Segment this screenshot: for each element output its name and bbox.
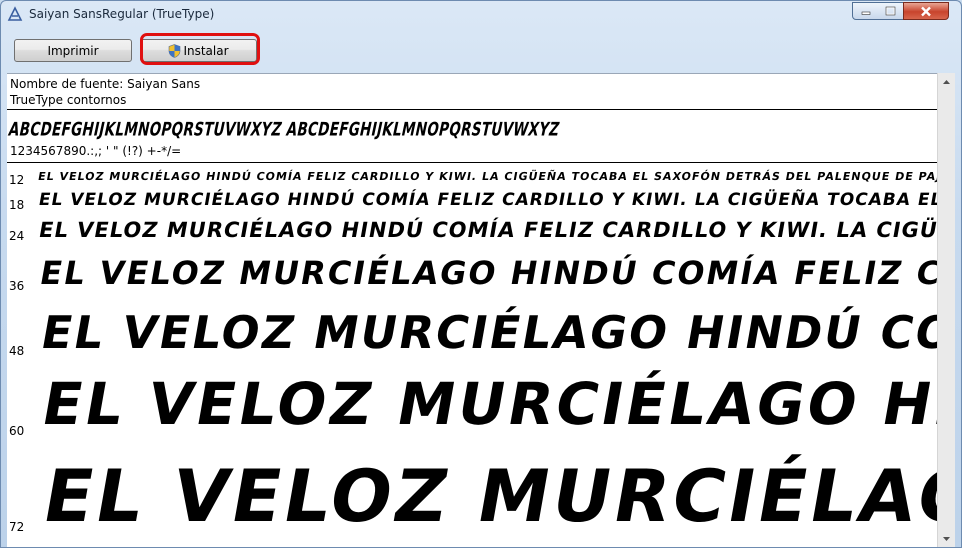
scroll-up-button[interactable] [938,73,955,90]
font-viewer-window: Saiyan SansRegular (TrueType) Imprimir I… [0,0,962,548]
title-bar[interactable]: Saiyan SansRegular (TrueType) [1,1,961,29]
close-icon [921,6,931,16]
install-button-label: Instalar [183,43,229,58]
close-button[interactable] [903,2,949,20]
alphabet-sample: ABCDEFGHIJKLMNOPQRSTUVWXYZ ABCDEFGHIJKLM… [7,117,562,141]
arrow-down-icon [943,536,950,541]
size-label: 18 [9,198,25,212]
divider-top [7,109,937,110]
font-type-line: TrueType contornos [10,93,127,107]
window-title: Saiyan SansRegular (TrueType) [29,7,215,21]
sample-text: EL VELOZ MURCIÉLAGO HINDÚ COMÍA [37,370,937,438]
font-app-icon [7,6,23,21]
size-label: 36 [9,279,25,293]
sample-phrase: EL VELOZ MURCIÉLAGO HINDÚ COMÍA FELIZ CA… [37,170,937,183]
sample-text: EL VELOZ MURCIÉLAGO HINDÚ COMÍA FELIZ CA… [37,190,937,210]
size-label: 12 [9,173,25,187]
install-button[interactable]: Instalar [140,39,257,62]
print-button-label: Imprimir [47,43,99,58]
minimize-icon [861,11,870,15]
font-preview-area: Nombre de fuente: Saiyan Sans TrueType c… [7,73,937,547]
minimize-button[interactable] [852,2,879,20]
digits-sample: 1234567890.:,; ' " (!?) +-*/= [10,144,182,158]
sample-text: EL VELOZ MURCIÉLAGO HINDÚ COMÍA FELIZ CA… [37,254,937,292]
uac-shield-icon [169,43,181,58]
toolbar: Imprimir Instalar [7,33,947,69]
sample-text: EL VELOZ MURCIÉLAGO HINDÚ COMÍA FELIZ [37,306,937,359]
print-button[interactable]: Imprimir [14,39,132,62]
sample-text: EL VELOZ MURCIÉLAGO HINDÚ COMÍA FELIZ CA… [37,218,937,242]
arrow-up-icon [943,79,950,84]
size-label: 72 [9,520,25,534]
maximize-button[interactable] [878,2,904,20]
size-label: 60 [9,424,25,438]
size-label: 48 [9,344,25,358]
vertical-scrollbar[interactable] [937,73,955,547]
sample-text: EL VELOZ MURCIÉLAGO HINDÚ [37,454,937,538]
size-label: 24 [9,229,25,243]
maximize-icon [885,6,896,16]
font-name-line: Nombre de fuente: Saiyan Sans [10,77,201,91]
sample-text: EL VELOZ MURCIÉLAGO HINDÚ COMÍA FELIZ CA… [37,170,937,183]
scroll-down-button[interactable] [938,530,955,547]
font-info: Nombre de fuente: Saiyan Sans TrueType c… [10,76,200,108]
divider-bottom [7,162,937,163]
